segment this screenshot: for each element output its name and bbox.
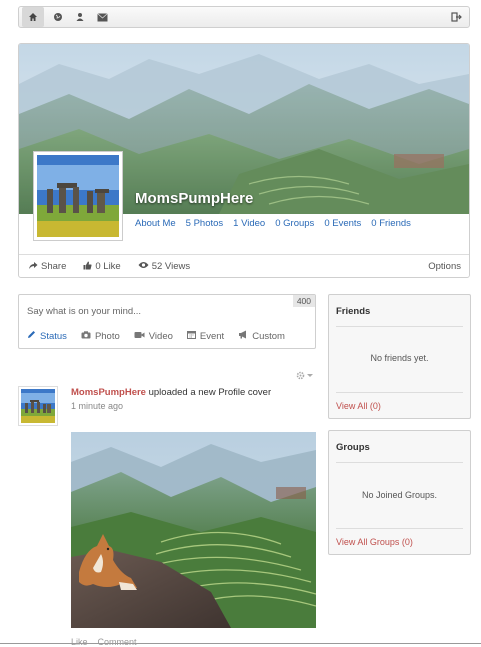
options-button[interactable]: Options <box>428 261 461 272</box>
divider <box>336 528 463 529</box>
composer-tab-label: Status <box>40 330 67 342</box>
share-icon <box>28 261 38 273</box>
profile-avatar[interactable] <box>33 151 123 241</box>
composer-tab-status[interactable]: Status <box>27 330 67 342</box>
tab-friends[interactable]: 0 Friends <box>371 218 411 229</box>
profile-action-bar: Share 0 Like 52 Views Options <box>19 254 469 277</box>
profile-cover-card: MomsPumpHere About Me 5 Photos 1 Video 0… <box>18 43 470 278</box>
pencil-icon <box>27 330 36 342</box>
divider <box>336 326 463 327</box>
home-icon[interactable] <box>22 7 44 27</box>
character-counter: 400 <box>292 295 315 307</box>
share-label: Share <box>41 261 67 272</box>
post-actions: Like Comment <box>71 637 137 647</box>
composer-tab-photo[interactable]: Photo <box>81 330 120 342</box>
post-timestamp[interactable]: 1 minute ago <box>71 401 123 411</box>
share-button[interactable]: Share <box>28 261 66 273</box>
user-icon[interactable] <box>69 7 91 27</box>
tab-photos[interactable]: 5 Photos <box>186 218 224 229</box>
globe-icon[interactable] <box>47 7 69 27</box>
views-counter: 52 Views <box>138 261 190 272</box>
post-settings-gear-icon[interactable] <box>296 371 314 382</box>
view-all-groups-link[interactable]: View All Groups (0) <box>336 537 413 547</box>
like-count: 0 Like <box>95 261 121 272</box>
eye-icon <box>138 261 149 272</box>
post-comment-button[interactable]: Comment <box>98 637 137 647</box>
options-label: Options <box>428 261 461 272</box>
tab-videos[interactable]: 1 Video <box>233 218 265 229</box>
tab-groups[interactable]: 0 Groups <box>275 218 314 229</box>
friends-widget-title: Friends <box>336 306 371 317</box>
composer-tab-video[interactable]: Video <box>134 330 173 342</box>
like-button[interactable]: 0 Like <box>83 261 121 273</box>
tab-events[interactable]: 0 Events <box>324 218 361 229</box>
divider <box>336 462 463 463</box>
composer-tabs: Status Photo Video Event Custom <box>27 330 285 342</box>
composer-tab-label: Custom <box>252 330 285 342</box>
bullhorn-icon <box>238 330 248 342</box>
view-all-friends-link[interactable]: View All (0) <box>336 401 381 411</box>
post-action-text: uploaded a new Profile cover <box>145 387 272 398</box>
views-label: 52 Views <box>151 261 191 272</box>
thumbs-up-icon <box>83 261 92 273</box>
post-author-link[interactable]: MomsPumpHere <box>71 387 146 398</box>
bottom-divider <box>0 643 481 644</box>
composer-tab-label: Photo <box>94 330 120 342</box>
post-like-button[interactable]: Like <box>71 637 88 647</box>
calendar-icon <box>186 330 196 342</box>
groups-empty-message: No Joined Groups. <box>361 490 438 500</box>
mail-icon[interactable] <box>91 7 113 27</box>
post-author-avatar[interactable] <box>18 386 58 426</box>
composer-tab-custom[interactable]: Custom <box>238 330 285 342</box>
status-composer: Say what is on your mind... 400 Status P… <box>18 294 316 349</box>
profile-tabs: About Me 5 Photos 1 Video 0 Groups 0 Eve… <box>135 218 411 229</box>
logout-icon[interactable] <box>445 7 467 27</box>
composer-tab-event[interactable]: Event <box>186 330 225 342</box>
camera-icon <box>81 330 91 342</box>
divider <box>336 392 463 393</box>
groups-widget: Groups No Joined Groups. View All Groups… <box>328 430 471 555</box>
top-nav-bar <box>18 6 470 28</box>
friends-widget: Friends No friends yet. View All (0) <box>328 294 471 419</box>
friends-empty-message: No friends yet. <box>370 353 429 363</box>
composer-tab-label: Event <box>199 330 225 342</box>
post-cover-photo[interactable] <box>71 432 316 628</box>
composer-tab-label: Video <box>148 330 173 342</box>
tab-about-me[interactable]: About Me <box>135 218 176 229</box>
profile-name[interactable]: MomsPumpHere <box>135 190 253 207</box>
post-headline: MomsPumpHere uploaded a new Profile cove… <box>71 387 271 398</box>
status-input[interactable]: Say what is on your mind... <box>27 306 141 317</box>
groups-widget-title: Groups <box>336 442 370 453</box>
video-camera-icon <box>134 331 145 342</box>
